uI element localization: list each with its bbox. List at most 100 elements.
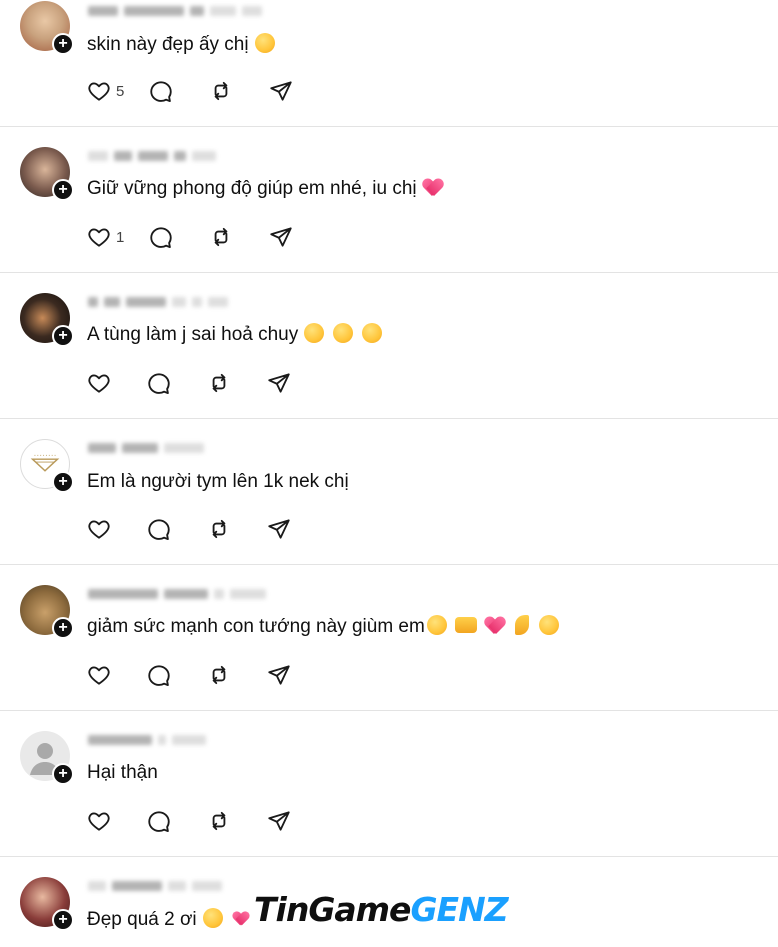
action-bar: 1 <box>86 223 328 251</box>
share-button[interactable] <box>266 369 292 397</box>
comment-bubble-icon <box>148 811 170 832</box>
comment-button[interactable] <box>148 223 174 251</box>
comment-bubble-icon <box>148 665 170 686</box>
share-button[interactable] <box>268 77 294 105</box>
comment-button[interactable] <box>146 369 172 397</box>
flushed-emoji <box>304 323 325 343</box>
comment-bubble-icon <box>148 373 170 394</box>
username-blurred <box>88 4 262 18</box>
post-4: + Em là người tym lên 1k nek chị <box>0 419 778 565</box>
repost-button[interactable] <box>206 807 232 835</box>
follow-plus-icon[interactable]: + <box>52 179 74 201</box>
repost-button[interactable] <box>208 223 234 251</box>
action-bar <box>86 661 326 689</box>
action-bar <box>86 515 326 543</box>
flushed-emoji <box>538 615 559 635</box>
comment-text: Giữ vững phong độ giúp em nhé, iu chị <box>87 177 443 201</box>
send-icon <box>268 373 290 393</box>
action-bar <box>86 807 326 835</box>
like-count: 1 <box>116 228 125 246</box>
comment-button[interactable] <box>146 661 172 689</box>
follow-plus-icon[interactable]: + <box>52 325 74 347</box>
weary-emoji <box>426 615 447 635</box>
username-blurred <box>88 879 222 893</box>
username-blurred <box>88 587 266 601</box>
post-1: + skin này đẹp ấy chị 5 <box>0 0 778 127</box>
heart-eyes-emoji <box>202 908 223 928</box>
repost-button[interactable] <box>206 369 232 397</box>
watermark-logo: TinGameGENZ <box>254 890 509 929</box>
username-blurred <box>88 441 204 455</box>
follow-plus-icon[interactable]: + <box>52 763 74 785</box>
heart-outline-icon <box>88 228 110 247</box>
send-icon <box>270 227 293 247</box>
pinching-hand-emoji <box>514 615 529 635</box>
repost-icon <box>212 373 226 393</box>
share-button[interactable] <box>266 807 292 835</box>
flushed-emoji <box>362 323 383 343</box>
comment-text: Đẹp quá 2 ơi <box>87 908 251 932</box>
follow-plus-icon[interactable]: + <box>52 33 74 55</box>
heart-outline-icon <box>88 520 110 539</box>
avatar[interactable]: + <box>20 731 74 785</box>
share-button[interactable] <box>268 223 294 251</box>
post-6: + Hại thận <box>0 711 778 857</box>
repost-icon <box>212 519 226 539</box>
comment-text: Hại thận <box>87 762 158 783</box>
repost-button[interactable] <box>208 77 234 105</box>
smile-emoji <box>254 33 275 53</box>
heart-emoji <box>485 617 505 635</box>
follow-plus-icon[interactable]: + <box>52 617 74 639</box>
comment-bubble-icon <box>148 519 170 540</box>
repost-icon <box>212 665 226 685</box>
avatar[interactable]: + <box>20 147 74 201</box>
like-button[interactable] <box>86 661 112 689</box>
repost-icon <box>215 227 228 247</box>
avatar[interactable]: + <box>20 293 74 347</box>
heart-outline-icon <box>88 666 110 685</box>
action-bar: 5 <box>86 77 328 105</box>
comment-bubble-icon <box>150 227 173 248</box>
repost-button[interactable] <box>206 515 232 543</box>
avatar[interactable]: + <box>20 439 74 493</box>
username-blurred <box>88 295 228 309</box>
flushed-emoji <box>333 323 354 343</box>
post-3: + A tùng làm j sai hoả chuy <box>0 273 778 419</box>
avatar[interactable]: + <box>20 1 74 55</box>
send-icon <box>270 81 293 101</box>
share-button[interactable] <box>266 661 292 689</box>
like-button[interactable] <box>86 369 112 397</box>
share-button[interactable] <box>266 515 292 543</box>
comment-text: skin này đẹp ấy chị <box>87 33 275 57</box>
repost-button[interactable] <box>206 661 232 689</box>
post-2: + Giữ vững phong độ giúp em nhé, iu chị … <box>0 127 778 273</box>
comment-button[interactable] <box>148 77 174 105</box>
comment-button[interactable] <box>146 515 172 543</box>
avatar[interactable]: + <box>20 585 74 639</box>
two-hearts-emoji <box>233 912 249 926</box>
comment-text: A tùng làm j sai hoả chuy <box>87 323 383 347</box>
follow-plus-icon[interactable]: + <box>52 471 74 493</box>
post-5: + giảm sức mạnh con tướng này giùm em <box>0 565 778 711</box>
action-bar <box>86 369 326 397</box>
like-count: 5 <box>116 82 125 100</box>
like-button[interactable] <box>86 807 112 835</box>
avatar[interactable]: + <box>20 877 74 931</box>
repost-icon <box>212 811 226 831</box>
like-button[interactable] <box>86 515 112 543</box>
heart-outline-icon <box>88 374 110 393</box>
send-icon <box>268 665 290 685</box>
heart-emoji <box>423 179 443 197</box>
send-icon <box>268 519 290 539</box>
comment-text: giảm sức mạnh con tướng này giùm em <box>87 615 559 639</box>
like-button[interactable]: 5 <box>86 77 124 105</box>
comment-bubble-icon <box>150 81 173 102</box>
like-button[interactable]: 1 <box>86 223 124 251</box>
heart-outline-icon <box>88 812 110 831</box>
send-icon <box>268 811 290 831</box>
heart-outline-icon <box>88 82 110 101</box>
follow-plus-icon[interactable]: + <box>52 909 74 931</box>
username-blurred <box>88 149 216 163</box>
comment-button[interactable] <box>146 807 172 835</box>
comment-text: Em là người tym lên 1k nek chị <box>87 471 349 492</box>
